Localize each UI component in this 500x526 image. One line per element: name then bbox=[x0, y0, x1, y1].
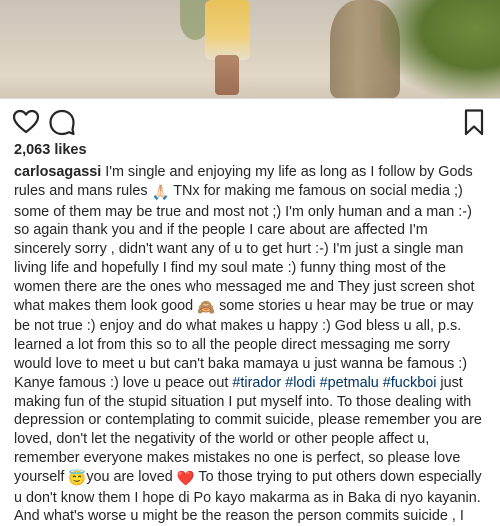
post-caption: carlosagassi I'm single and enjoying my … bbox=[14, 163, 488, 526]
hashtag-link[interactable]: #lodi bbox=[285, 375, 315, 391]
caption-line: depression or contemplating to commit su… bbox=[14, 412, 482, 429]
caption-line: women there are the ones who messaged me… bbox=[14, 278, 475, 295]
red-heart-emoji-icon: ❤️ bbox=[176, 470, 195, 487]
caption-text: what makes them look good bbox=[14, 297, 198, 314]
caption-line: carlosagassi I'm single and enjoying my … bbox=[14, 163, 488, 182]
photo-divider bbox=[0, 98, 500, 99]
see-no-evil-monkey-emoji-icon: 🙈 bbox=[197, 299, 216, 316]
caption-text: To those trying to put others down espec… bbox=[194, 468, 482, 485]
caption-text: TNx for making me famous on social media… bbox=[169, 182, 463, 199]
caption-line: rules and mans rules 🙏🏻 TNx for making m… bbox=[14, 182, 488, 203]
caption-line: be not true :) enjoy and do what makes u… bbox=[14, 318, 462, 335]
caption-line: so again thank you and if the people I c… bbox=[14, 222, 428, 239]
caption-line: living life and hopefully I find my soul… bbox=[14, 259, 446, 276]
caption-line: learned a lot from this so to all the pe… bbox=[14, 337, 450, 354]
hashtag-link[interactable]: #fuckboi bbox=[383, 375, 437, 391]
caption-text: some stories u hear may be true or may bbox=[215, 297, 474, 314]
photo-person-legs bbox=[215, 55, 239, 95]
caption-line: remember everyone makes mistakes no one … bbox=[14, 449, 461, 466]
caption-text: Kanye famous :) love u peace out bbox=[14, 374, 233, 391]
comment-icon[interactable] bbox=[48, 108, 76, 136]
username-link[interactable]: carlosagassi bbox=[14, 164, 101, 180]
caption-line: yourself 😇you are loved ❤️ To those tryi… bbox=[14, 468, 488, 489]
smiling-face-with-halo-emoji-icon: 😇 bbox=[68, 470, 87, 487]
caption-line: what makes them look good 🙈 some stories… bbox=[14, 297, 488, 318]
caption-line: would love to meet u but can't baka mama… bbox=[14, 355, 468, 372]
action-bar bbox=[12, 108, 488, 136]
photo-grass bbox=[380, 0, 500, 98]
likes-count[interactable]: 2,063 likes bbox=[14, 142, 87, 158]
bookmark-icon[interactable] bbox=[460, 108, 488, 136]
hashtag-link[interactable]: #tirador bbox=[232, 375, 281, 391]
caption-text: rules and mans rules bbox=[14, 182, 152, 199]
caption-text: yourself bbox=[14, 468, 69, 485]
praying-hands-emoji-icon: 🙏🏻 bbox=[151, 184, 170, 201]
caption-line: u don't know them I hope di Po kayo maka… bbox=[14, 489, 481, 506]
heart-icon[interactable] bbox=[12, 108, 40, 136]
caption-line: some of them may be true and most not ;)… bbox=[14, 203, 472, 220]
caption-line: Kanye famous :) love u peace out #tirado… bbox=[14, 374, 488, 393]
caption-text: just bbox=[436, 374, 463, 391]
photo-person-shirt bbox=[205, 0, 250, 60]
hashtag-link[interactable]: #petmalu bbox=[320, 375, 379, 391]
caption-line: making fun of the stupid situation I put… bbox=[14, 393, 472, 410]
caption-line: loved, don't let the negativity of the w… bbox=[14, 431, 430, 448]
caption-text: I'm single and enjoying my life as long … bbox=[101, 164, 473, 180]
caption-line: And what's worse u might be the reason t… bbox=[14, 508, 464, 525]
post-photo[interactable] bbox=[0, 0, 500, 98]
caption-line: sincerely sorry , didn't want any of u t… bbox=[14, 241, 464, 258]
caption-text: you are loved bbox=[86, 468, 177, 485]
